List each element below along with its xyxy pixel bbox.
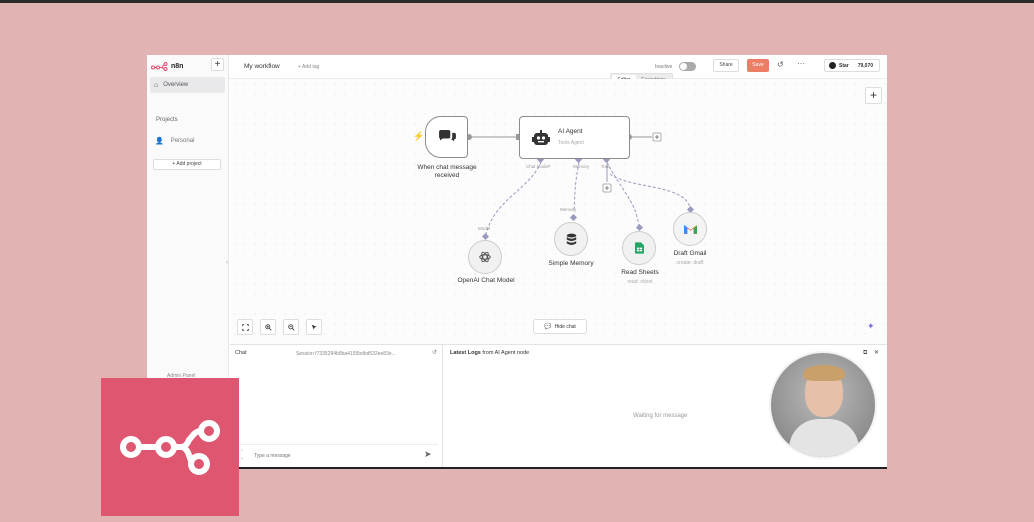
sidebar-item-label: Personal [170, 138, 195, 144]
trigger-title-line2: received [434, 172, 460, 179]
model-connection [485, 161, 542, 235]
send-icon[interactable]: ➤ [424, 449, 432, 460]
fullscreen-icon [241, 323, 249, 331]
chevron-left-icon[interactable]: ‹ [226, 260, 228, 266]
user-icon: 👤 [155, 138, 164, 145]
gmail-icon [683, 224, 697, 234]
n8n-logo-large-icon [120, 420, 220, 475]
read-sheets-node[interactable] [622, 231, 656, 265]
presenter-webcam [769, 351, 877, 459]
chat-input-row: ⌃⌄ ➤ [240, 444, 438, 465]
draft-gmail-node[interactable] [673, 212, 707, 246]
n8n-brand-badge [101, 378, 239, 516]
workflow-header: My workflow + Add tag Inactive Share Sav… [229, 55, 887, 86]
chat-trigger-node[interactable] [425, 116, 468, 158]
history-icon[interactable]: ↺ [777, 60, 784, 69]
github-icon [829, 62, 836, 69]
trigger-node-title: When chat message received [408, 164, 486, 180]
gmail-connection [609, 173, 691, 209]
active-status-label: Inactive [655, 64, 673, 70]
close-icon[interactable]: ✕ [874, 350, 879, 356]
share-button[interactable]: Share [713, 59, 739, 72]
logo-text: n8n [171, 62, 184, 70]
top-strip [0, 0, 1034, 3]
hide-chat-label: Hide chat [554, 323, 576, 330]
memory-connection [573, 161, 580, 213]
tool-port-label: Tool [601, 164, 610, 169]
active-toggle[interactable] [679, 62, 696, 71]
star-count: 79,070 [857, 62, 874, 69]
openai-icon [479, 251, 491, 263]
fit-view-button[interactable] [237, 319, 253, 335]
model-port-label: Model [478, 226, 491, 231]
plus-icon: + [214, 59, 221, 70]
logs-actions: ⧉ ✕ [863, 349, 879, 357]
memory-node-title: Simple Memory [548, 260, 594, 267]
add-project-button[interactable]: + Add project [153, 159, 221, 170]
sheets-node-title: Read Sheets [621, 269, 659, 276]
memory-port-label: Memory [573, 164, 590, 169]
save-button[interactable]: Save [747, 59, 769, 72]
hide-chat-button[interactable]: 💬 Hide chat [533, 319, 587, 334]
google-sheets-icon [634, 242, 644, 254]
presenter-body [789, 419, 859, 457]
chat-bubble-icon: 💬 [544, 324, 552, 330]
sidebar-item-overview[interactable]: ⌂ Overview [150, 77, 225, 93]
zoom-out-icon [287, 323, 295, 331]
create-button[interactable]: + [211, 58, 224, 71]
chat-message-input[interactable] [254, 451, 414, 461]
chat-model-port-label: Chat Model* [526, 164, 551, 169]
home-icon: ⌂ [154, 81, 159, 89]
logs-header: Latest Logs from AI Agent node [450, 350, 529, 356]
trigger-title-line1: When chat message [417, 164, 477, 171]
logs-title: Latest Logs [450, 350, 481, 356]
chat-panel: Chat Session f7335294b8ba4155bdbd532ee83… [230, 344, 443, 467]
ai-assistant-icon[interactable]: ✦ [867, 321, 875, 332]
robot-icon [532, 130, 550, 145]
logs-title-suffix: from AI Agent node [480, 350, 530, 356]
pointer-icon [311, 324, 317, 330]
chat-panel-title: Chat [235, 350, 247, 356]
select-tool-button[interactable] [306, 319, 322, 335]
zoom-in-button[interactable] [260, 319, 276, 335]
openai-node-title: OpenAI Chat Model [457, 277, 515, 284]
gmail-node-title: Draft Gmail [673, 250, 707, 257]
add-node-panel-button[interactable]: + [865, 87, 882, 104]
gmail-node-subtitle: create: draft [676, 260, 704, 266]
workflow-canvas[interactable]: + ⚡ When chat message received AI Agent … [230, 79, 887, 344]
n8n-logo-icon [151, 61, 168, 71]
presenter-hair [803, 365, 845, 381]
plus-icon: + [869, 88, 877, 102]
sheets-connection [606, 161, 640, 227]
reset-session-icon[interactable]: ↺ [432, 349, 437, 356]
lightning-icon: ⚡ [413, 131, 425, 141]
projects-heading: Projects [156, 117, 178, 123]
agent-node-title: AI Agent [558, 128, 583, 135]
workflow-name[interactable]: My workflow [244, 63, 280, 70]
star-label: Star [839, 62, 849, 69]
ai-agent-node[interactable] [519, 116, 630, 159]
model-input-port[interactable] [481, 232, 490, 241]
chat-bubbles-icon [439, 130, 456, 142]
github-star-button[interactable]: Star 79,070 [824, 59, 880, 72]
memory-input-port[interactable] [569, 213, 578, 222]
agent-node-subtitle: Tools Agent [558, 140, 584, 146]
sheets-node-subtitle: read: sheet [627, 279, 653, 285]
zoom-out-button[interactable] [283, 319, 299, 335]
pop-out-icon[interactable]: ⧉ [863, 350, 867, 356]
waiting-message: Waiting for message [633, 413, 688, 419]
history-arrows-icon[interactable]: ⌃ ⌄ [240, 449, 244, 461]
add-tag-link[interactable]: + Add tag [298, 64, 319, 70]
zoom-in-icon [264, 323, 272, 331]
openai-chat-model-node[interactable] [468, 240, 502, 274]
more-options-icon[interactable]: ··· [797, 59, 805, 68]
simple-memory-node[interactable] [554, 222, 588, 256]
memory-input-label: Memory [560, 207, 577, 212]
sidebar-item-label: Overview [163, 82, 189, 88]
session-id: Session f7335294b8ba4155bdbd532ee83e... [296, 351, 396, 357]
database-icon [566, 233, 576, 245]
add-project-label: Add project [176, 161, 202, 167]
sheets-input-port[interactable] [635, 223, 644, 232]
sidebar-item-personal[interactable]: 👤 Personal [155, 137, 194, 145]
